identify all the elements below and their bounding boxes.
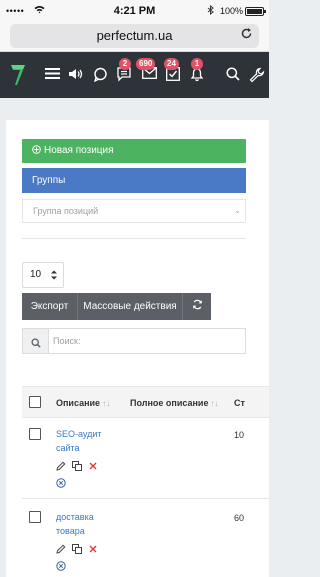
export-button[interactable]: Экспорт [22, 293, 77, 320]
address-field[interactable]: perfectum.ua [10, 24, 259, 48]
row-value: 60 [234, 513, 245, 523]
column-next-label: Ст [234, 398, 245, 408]
table-toolbar: Экспорт Массовые действия [22, 293, 211, 320]
copy-icon[interactable] [72, 461, 82, 474]
per-page-select[interactable]: 10 [22, 262, 64, 288]
row-title-line: сайта [56, 443, 80, 453]
chevron-down-icon: ⌄ [234, 206, 241, 215]
reload-icon[interactable] [240, 27, 253, 43]
tasks-icon[interactable]: 24 [164, 58, 180, 85]
search-box [22, 328, 246, 354]
tasks-badge: 24 [164, 58, 179, 70]
divider [22, 238, 246, 239]
messages-icon[interactable]: 2 [117, 58, 131, 86]
column-description-label: Описание [56, 398, 101, 408]
row-title-link[interactable]: SEO-аудит сайта [56, 427, 102, 455]
url-text[interactable]: perfectum.ua [10, 28, 259, 43]
battery-icon [245, 7, 266, 16]
search-icon [31, 335, 41, 353]
groups-button[interactable]: Группы [22, 168, 246, 193]
row-separator [22, 498, 269, 499]
groups-label: Группы [32, 175, 66, 186]
delete-icon[interactable] [88, 544, 98, 557]
column-full-description[interactable]: Полное описание ↑↓ [130, 398, 218, 408]
plus-circle-icon [32, 140, 41, 164]
positions-panel: Новая позиция Группы Группа позиций ⌄ 10… [6, 120, 269, 577]
bluetooth-icon [207, 4, 214, 18]
column-full-description-label: Полное описание [130, 398, 209, 408]
row-title-link[interactable]: доставка товара [56, 510, 94, 538]
copy-icon[interactable] [72, 544, 82, 557]
group-select[interactable]: Группа позиций ⌄ [22, 199, 246, 223]
status-bar: ••••• 4:21 PM 100% [0, 0, 269, 22]
column-description[interactable]: Описание ↑↓ [56, 398, 110, 408]
wrench-icon[interactable] [249, 67, 265, 87]
search-icon[interactable] [226, 67, 240, 85]
new-position-button[interactable]: Новая позиция [22, 139, 246, 163]
search-addon [23, 329, 49, 353]
notifications-badge: 1 [191, 58, 203, 70]
row-value: 10 [234, 430, 245, 440]
sort-asc-icon: ↑↓ [102, 399, 111, 408]
table-row: SEO-аудит сайта 10 [22, 425, 269, 493]
menu-icon[interactable] [45, 67, 60, 84]
edit-icon[interactable] [56, 461, 66, 474]
chat-icon[interactable] [93, 67, 108, 86]
delete-icon[interactable] [88, 461, 98, 474]
cancel-circle-icon[interactable] [56, 561, 66, 574]
refresh-icon [192, 294, 203, 321]
browser-url-bar: perfectum.ua [0, 22, 269, 52]
search-input[interactable] [53, 333, 233, 349]
per-page-value: 10 [30, 269, 42, 280]
new-position-label: Новая позиция [44, 145, 114, 156]
row-checkbox[interactable] [29, 428, 41, 440]
column-next[interactable]: Ст [234, 398, 245, 408]
app-header: 2 690 24 1 [0, 52, 269, 98]
messages-badge: 2 [119, 58, 131, 70]
select-all-checkbox[interactable] [29, 396, 41, 408]
table-row: доставка товара 60 [22, 508, 269, 576]
mail-icon[interactable]: 690 [136, 58, 157, 83]
row-checkbox[interactable] [29, 511, 41, 523]
logo-icon[interactable] [10, 64, 26, 86]
row-title-line: доставка [56, 512, 94, 522]
refresh-button[interactable] [183, 293, 211, 320]
cancel-circle-icon[interactable] [56, 478, 66, 491]
row-title-line: SEO-аудит [56, 429, 102, 439]
sort-icon: ↑↓ [210, 399, 219, 408]
mail-badge: 690 [136, 58, 156, 70]
volume-icon[interactable] [68, 67, 84, 85]
row-title-line: товара [56, 526, 85, 536]
group-select-placeholder: Группа позиций [33, 206, 99, 216]
battery-percent: 100% [219, 6, 243, 16]
table-header: Описание ↑↓ Полное описание ↑↓ Ст [22, 386, 269, 418]
bulk-actions-button[interactable]: Массовые действия [78, 293, 182, 320]
bell-icon[interactable]: 1 [190, 58, 204, 86]
edit-icon[interactable] [56, 544, 66, 557]
